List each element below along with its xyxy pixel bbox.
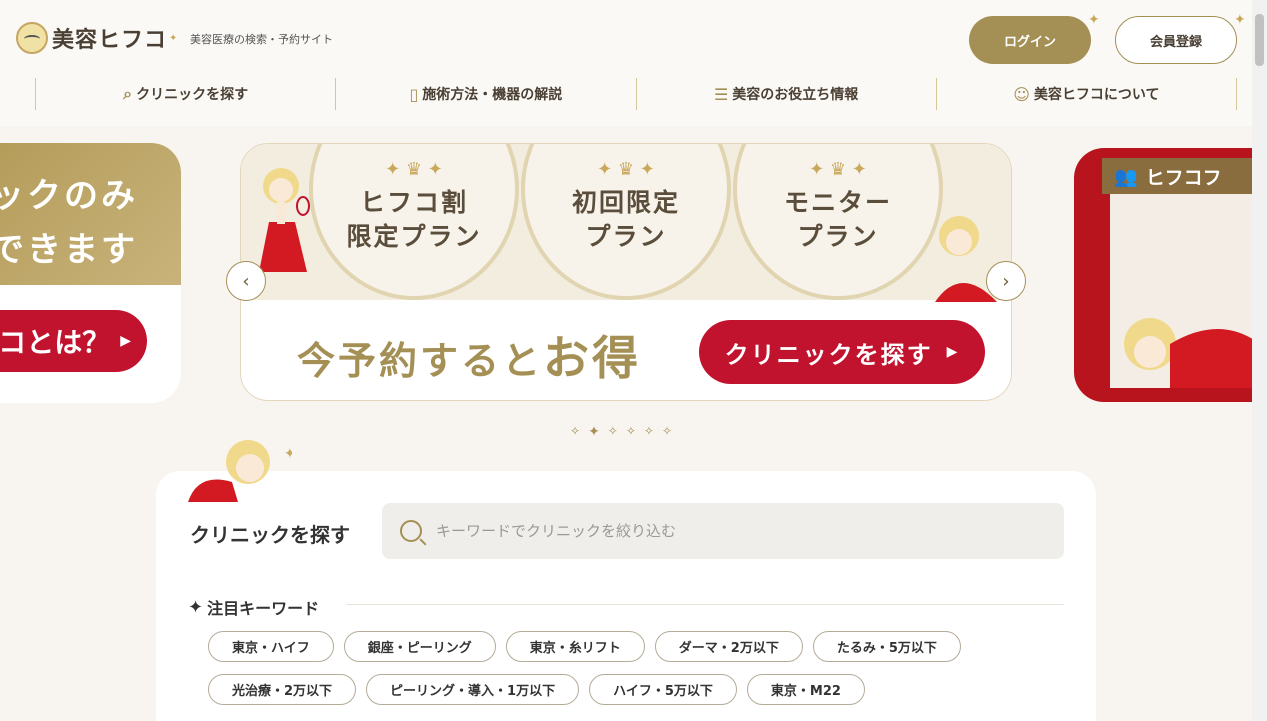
- slide-headline-line2: できます: [0, 230, 138, 270]
- pagination-dot[interactable]: ✧: [644, 424, 654, 440]
- keyword-chip[interactable]: 光治療・2万以下: [208, 674, 357, 705]
- search-input[interactable]: [436, 522, 1036, 540]
- keywords-heading-label: 注目キーワード: [207, 599, 320, 618]
- mascot-character-illustration: [1124, 318, 1252, 388]
- nav-item-treatments[interactable]: ▯ 施術方法・機器の解説: [335, 78, 635, 110]
- carousel-next-button[interactable]: ›: [986, 261, 1026, 301]
- slide-banner: 👥 ヒフコフ: [1102, 158, 1252, 194]
- chevron-right-icon: ›: [1002, 270, 1010, 292]
- keyword-chip-list: 東京・ハイフ 銀座・ピーリング 東京・糸リフト ダーマ・2万以下 たるみ・5万以…: [208, 631, 1068, 705]
- sparkle-icon: ✦: [1234, 12, 1246, 28]
- hifuko-face-icon: [16, 22, 48, 54]
- nav-item-clinic-search[interactable]: ⌕ クリニックを探す: [35, 78, 335, 110]
- promo-headline: 今予約するとお得: [297, 322, 641, 388]
- scrollbar-thumb[interactable]: [1255, 14, 1264, 66]
- chevron-left-icon: ‹: [242, 270, 250, 292]
- carousel-slide-prev[interactable]: ックのみ できます コとは？ ▶: [0, 143, 181, 403]
- slide-button[interactable]: コとは？ ▶: [0, 310, 147, 372]
- crown-icon: ✦ ♛ ✦: [597, 159, 655, 180]
- medal-label: モニター プラン: [783, 188, 892, 251]
- main-nav: ⌕ クリニックを探す ▯ 施術方法・機器の解説 ☰ 美容のお役立ち情報 ☺ 美容…: [35, 78, 1237, 110]
- users-icon: 👥: [1114, 165, 1138, 188]
- pagination-dot[interactable]: ✧: [570, 424, 580, 440]
- nav-item-label: 美容ヒフコについて: [1033, 87, 1160, 103]
- medal-label: 初回限定 プラン: [571, 188, 680, 251]
- keyword-chip[interactable]: 銀座・ピーリング: [343, 631, 496, 662]
- cta-label: クリニックを探す: [724, 340, 933, 369]
- register-button[interactable]: 会員登録: [1115, 16, 1237, 64]
- sparkle-icon: ✦: [188, 596, 204, 618]
- medal-monitor-plan: ✦ ♛ ✦ モニター プラン: [733, 144, 943, 300]
- slide-medal-area: ✦ ♛ ✦ ヒフコ割 限定プラン ✦ ♛ ✦ 初回限定 プラン ✦ ♛ ✦ モニター…: [241, 144, 1011, 302]
- keyword-chip[interactable]: たるみ・5万以下: [812, 631, 961, 662]
- carousel-slide-active[interactable]: ✦ ♛ ✦ ヒフコ割 限定プラン ✦ ♛ ✦ 初回限定 プラン ✦ ♛ ✦ モニター…: [240, 143, 1012, 401]
- medal-hifuko-plan: ✦ ♛ ✦ ヒフコ割 限定プラン: [309, 144, 519, 300]
- keyword-chip[interactable]: ダーマ・2万以下: [654, 631, 803, 662]
- mascot-character-illustration: ✦: [188, 440, 292, 502]
- play-arrow-icon: ▶: [946, 344, 960, 360]
- slide-headline-line1: ックのみ: [0, 176, 138, 216]
- site-tagline: 美容医療の検索・予約サイト: [190, 33, 333, 46]
- nav-item-label: 美容のお役立ち情報: [732, 87, 859, 103]
- keyword-chip[interactable]: 東京・M22: [746, 674, 865, 705]
- search-box[interactable]: [382, 503, 1064, 559]
- slide-button-label: コとは？: [0, 326, 111, 359]
- sparkle-icon: ✦: [169, 32, 178, 44]
- hifuko-face-icon: ☺: [1013, 84, 1030, 104]
- promo-emphasis: お得: [543, 331, 642, 385]
- sparkle-icon: ✦: [1088, 12, 1100, 28]
- medal-label: ヒフコ割 限定プラン: [346, 188, 482, 251]
- clinic-search-card: クリニックを探す ✦ 注目キーワード 東京・ハイフ 銀座・ピーリング 東京・糸リ…: [156, 471, 1096, 721]
- crown-icon: ✦ ♛ ✦: [385, 159, 443, 180]
- site-logo[interactable]: 美容ヒフコ ✦: [16, 22, 177, 54]
- login-button[interactable]: ログイン: [969, 16, 1091, 64]
- keyword-chip[interactable]: ハイフ・5万以下: [589, 674, 737, 705]
- notebook-icon: ☰: [713, 84, 729, 104]
- nav-item-beauty-info[interactable]: ☰ 美容のお役立ち情報: [635, 78, 936, 110]
- find-clinic-cta-button[interactable]: クリニックを探す ▶: [699, 320, 985, 384]
- carousel-slide-next[interactable]: 👥 ヒフコフ: [1074, 148, 1252, 402]
- carousel-pagination: ✧ ✦ ✧ ✧ ✧ ✧: [570, 424, 672, 440]
- crown-icon: ✦ ♛ ✦: [809, 159, 867, 180]
- logo-text: 美容ヒフコ: [52, 27, 168, 53]
- divider: [346, 604, 1064, 605]
- slide-illustration: [1110, 194, 1252, 388]
- play-arrow-icon: ▶: [120, 333, 131, 349]
- search-icon: [400, 520, 422, 542]
- site-header: 美容ヒフコ ✦ 美容医療の検索・予約サイト ログイン ✦ 会員登録 ✦ ⌕ クリ…: [0, 0, 1252, 126]
- nav-item-about[interactable]: ☺ 美容ヒフコについて: [935, 78, 1237, 110]
- pagination-dot[interactable]: ✧: [662, 424, 672, 440]
- keywords-heading: ✦ 注目キーワード: [188, 595, 319, 619]
- page-scrollbar[interactable]: [1252, 0, 1267, 721]
- pagination-dot[interactable]: ✧: [626, 424, 636, 440]
- section-title: クリニックを探す: [190, 523, 350, 547]
- carousel-prev-button[interactable]: ‹: [226, 261, 266, 301]
- nav-item-label: 施術方法・機器の解説: [422, 87, 563, 103]
- promo-prefix: 今予約すると: [297, 339, 544, 383]
- pagination-dot-active[interactable]: ✦: [588, 424, 600, 440]
- medal-first-time-plan: ✦ ♛ ✦ 初回限定 プラン: [521, 144, 731, 300]
- clinic-search-icon: ⌕: [123, 84, 133, 103]
- keyword-chip[interactable]: 東京・ハイフ: [208, 631, 334, 662]
- book-icon: ▯: [409, 84, 419, 104]
- keyword-chip[interactable]: ピーリング・導入・1万以下: [366, 674, 580, 705]
- nav-item-label: クリニックを探す: [136, 87, 249, 103]
- pagination-dot[interactable]: ✧: [608, 424, 618, 440]
- svg-text:✦: ✦: [284, 446, 292, 462]
- slide-headline: ックのみ できます: [0, 143, 181, 285]
- slide-banner-label: ヒフコフ: [1145, 166, 1222, 189]
- keyword-chip[interactable]: 東京・糸リフト: [505, 631, 645, 662]
